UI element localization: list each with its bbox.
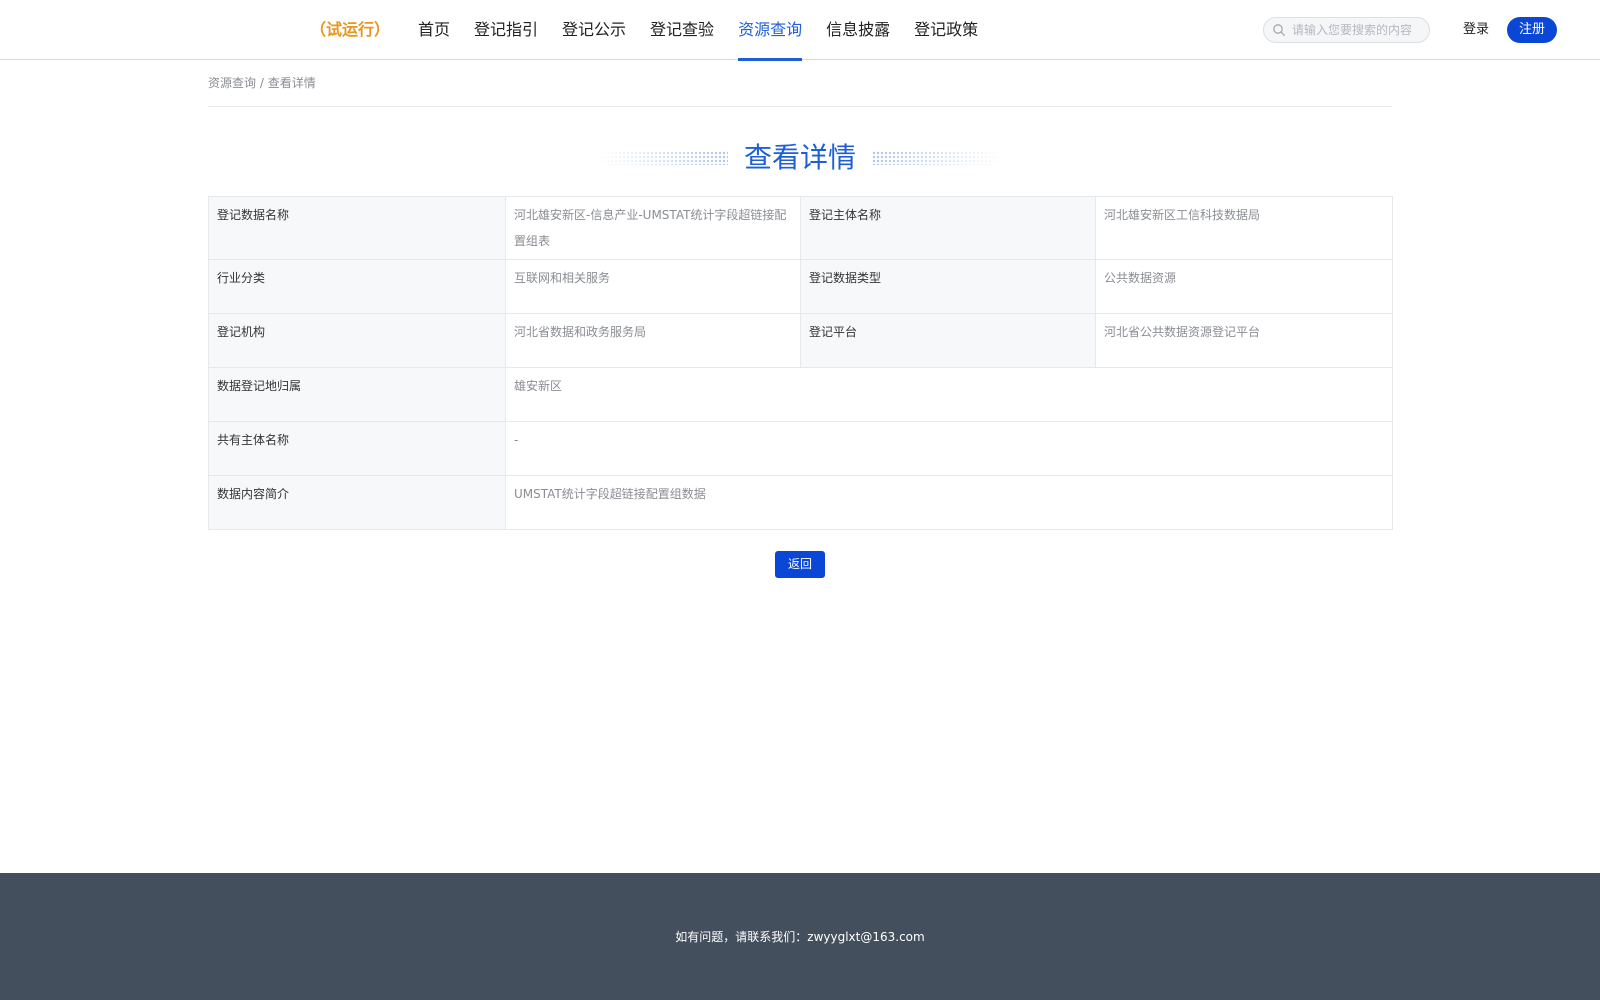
main-nav: 首页 登记指引 登记公示 登记查验 资源查询 信息披露 登记政策 (406, 0, 990, 61)
label-subject-name: 登记主体名称 (800, 196, 1096, 260)
login-link[interactable]: 登录 (1463, 19, 1489, 41)
footer-contact: 如有问题，请联系我们：zwyyglxt@163.com (675, 930, 925, 944)
breadcrumb: 资源查询 / 查看详情 (208, 74, 1392, 107)
value-agency: 河北省数据和政务服务局 (505, 313, 801, 368)
label-data-name: 登记数据名称 (208, 196, 506, 260)
label-summary: 数据内容简介 (208, 475, 506, 530)
value-region: 雄安新区 (505, 367, 1393, 422)
back-button[interactable]: 返回 (775, 551, 825, 578)
table-row: 登记数据名称 河北雄安新区-信息产业-UMSTAT统计字段超链接配置组表 登记主… (208, 196, 1393, 260)
value-co-owner: - (505, 421, 1393, 476)
value-industry: 互联网和相关服务 (505, 259, 801, 314)
footer: 如有问题，请联系我们：zwyyglxt@163.com (0, 873, 1600, 1000)
trial-badge: （试运行） (310, 20, 391, 39)
value-data-type: 公共数据资源 (1095, 259, 1393, 314)
nav-item-disclosure[interactable]: 信息披露 (826, 0, 890, 60)
nav-item-publicity[interactable]: 登记公示 (562, 0, 626, 60)
search-box (1263, 17, 1430, 43)
label-agency: 登记机构 (208, 313, 506, 368)
nav-item-verification[interactable]: 登记查验 (650, 0, 714, 60)
page-title: 查看详情 (743, 140, 856, 174)
title-decoration-right (872, 150, 1002, 165)
breadcrumb-separator: / (256, 76, 268, 90)
table-row: 登记机构 河北省数据和政务服务局 登记平台 河北省公共数据资源登记平台 (208, 313, 1393, 368)
top-header: （试运行） 首页 登记指引 登记公示 登记查验 资源查询 信息披露 登记政策 登… (0, 0, 1600, 61)
label-platform: 登记平台 (800, 313, 1096, 368)
breadcrumb-current: 查看详情 (267, 76, 316, 90)
label-data-type: 登记数据类型 (800, 259, 1096, 314)
nav-item-resource-query[interactable]: 资源查询 (738, 0, 803, 61)
table-row: 共有主体名称 - (208, 421, 1393, 476)
register-button[interactable]: 注册 (1507, 17, 1557, 43)
nav-item-home[interactable]: 首页 (418, 0, 450, 60)
nav-item-guide[interactable]: 登记指引 (474, 0, 538, 60)
value-summary: UMSTAT统计字段超链接配置组数据 (505, 475, 1393, 530)
table-row: 行业分类 互联网和相关服务 登记数据类型 公共数据资源 (208, 259, 1393, 314)
value-subject-name: 河北雄安新区工信科技数据局 (1095, 196, 1393, 260)
table-row: 数据登记地归属 雄安新区 (208, 367, 1393, 422)
breadcrumb-resource-query[interactable]: 资源查询 (208, 76, 256, 90)
search-icon[interactable] (1272, 23, 1286, 37)
value-platform: 河北省公共数据资源登记平台 (1095, 313, 1393, 368)
label-industry: 行业分类 (208, 259, 506, 314)
nav-item-policy[interactable]: 登记政策 (914, 0, 978, 60)
value-data-name: 河北雄安新区-信息产业-UMSTAT统计字段超链接配置组表 (505, 196, 801, 260)
page-title-section: 查看详情 (0, 135, 1600, 180)
detail-table: 登记数据名称 河北雄安新区-信息产业-UMSTAT统计字段超链接配置组表 登记主… (208, 196, 1393, 530)
label-region: 数据登记地归属 (208, 367, 506, 422)
table-row: 数据内容简介 UMSTAT统计字段超链接配置组数据 (208, 475, 1393, 530)
search-input[interactable] (1292, 23, 1427, 37)
label-co-owner: 共有主体名称 (208, 421, 506, 476)
title-decoration-left (597, 150, 728, 165)
